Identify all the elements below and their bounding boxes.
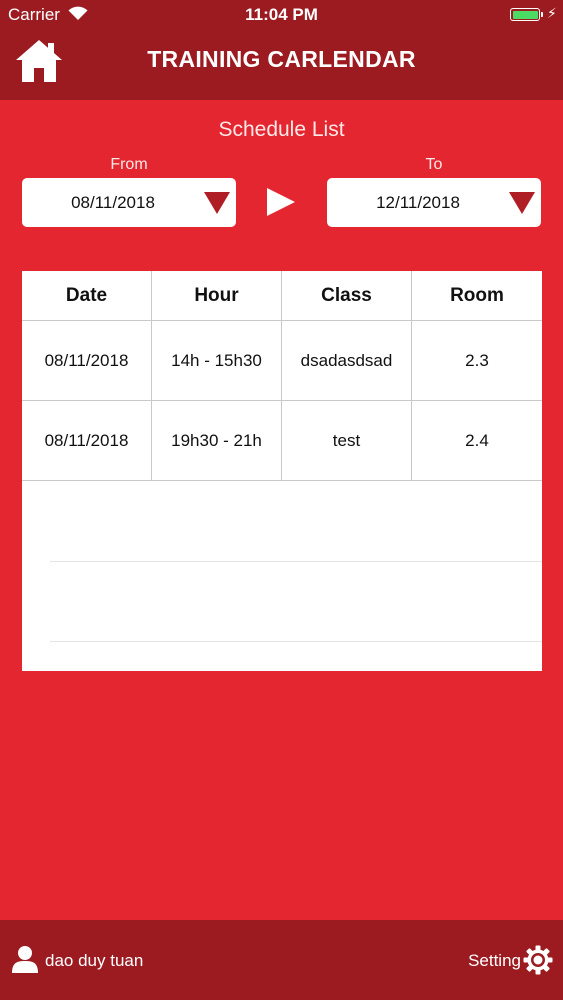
cell-class: test: [282, 401, 412, 481]
clock-time: 11:04 PM: [245, 5, 318, 24]
user-icon: [12, 946, 38, 973]
footer-bar: dao duy tuan Setting: [0, 920, 563, 1000]
empty-row-divider: [50, 561, 542, 562]
cell-hour: 19h30 - 21h: [152, 401, 282, 481]
from-date-value: 08/11/2018: [71, 193, 155, 212]
cell-class: dsadasdsad: [282, 321, 412, 401]
from-date-select[interactable]: 08/11/2018: [22, 178, 236, 227]
from-label: From: [110, 156, 148, 173]
column-header-date: Date: [22, 271, 152, 321]
user-name[interactable]: dao duy tuan: [45, 951, 143, 971]
schedule-table[interactable]: Date Hour Class Room 08/11/2018 14h - 15…: [22, 271, 542, 671]
charging-icon: ⚡: [547, 5, 557, 21]
cell-room: 2.3: [412, 321, 542, 401]
table-row[interactable]: 08/11/2018 19h30 - 21h test 2.4: [22, 401, 542, 481]
battery-icon: [510, 8, 540, 21]
play-arrow-icon: [267, 188, 295, 216]
dropdown-caret-icon: [509, 192, 535, 214]
cell-date: 08/11/2018: [22, 401, 152, 481]
table-header-row: Date Hour Class Room: [22, 271, 542, 321]
to-date-select[interactable]: 12/11/2018: [327, 178, 541, 227]
column-header-hour: Hour: [152, 271, 282, 321]
table-row[interactable]: 08/11/2018 14h - 15h30 dsadasdsad 2.3: [22, 321, 542, 401]
battery-tip: [541, 12, 543, 17]
dropdown-caret-icon: [204, 192, 230, 214]
cell-hour: 14h - 15h30: [152, 321, 282, 401]
status-bar: Carrier 11:04 PM ⚡: [0, 0, 563, 30]
page-title: TRAINING CARLENDAR: [147, 46, 416, 72]
empty-row-divider: [50, 641, 542, 642]
cell-date: 08/11/2018: [22, 321, 152, 401]
cell-room: 2.4: [412, 401, 542, 481]
setting-button-label[interactable]: Setting: [468, 951, 521, 971]
column-header-room: Room: [412, 271, 542, 321]
to-date-value: 12/11/2018: [376, 193, 460, 212]
schedule-title: Schedule List: [218, 118, 345, 141]
column-header-class: Class: [282, 271, 412, 321]
to-label: To: [425, 156, 443, 173]
gear-icon[interactable]: [523, 945, 553, 975]
